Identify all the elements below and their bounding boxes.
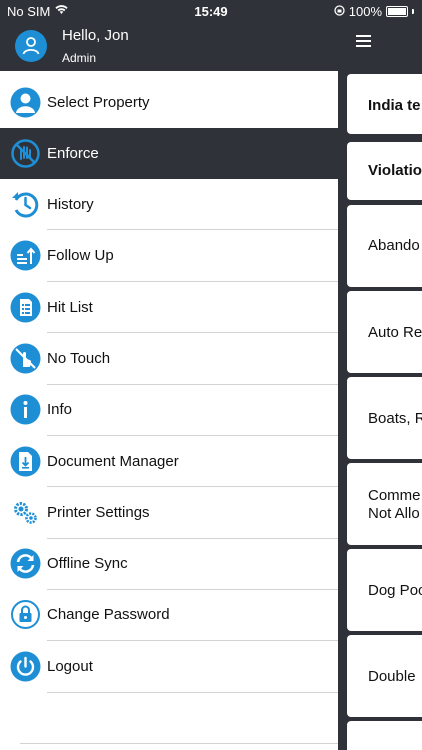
menu-item-label: Follow Up <box>47 247 114 264</box>
user-greeting: Hello, Jon <box>62 27 129 44</box>
menu-item-history[interactable]: History <box>0 179 338 230</box>
info-icon <box>10 394 41 425</box>
menu-item-label: Change Password <box>47 606 170 623</box>
menu-item-follow-up[interactable]: Follow Up <box>0 230 338 281</box>
menu-divider <box>47 692 338 693</box>
violation-item[interactable]: Auto Re <box>347 291 422 373</box>
menu-item-label: Document Manager <box>47 453 179 470</box>
menu-item-document-manager[interactable]: Document Manager <box>0 436 338 487</box>
violation-item-label: Dog Poo <box>368 582 422 599</box>
violation-item[interactable]: Comme Not Allo <box>347 463 422 545</box>
no-touch-icon <box>10 343 41 374</box>
violation-item[interactable] <box>347 721 422 750</box>
menu-item-enforce[interactable]: Enforce <box>0 128 338 179</box>
menu-item-label: Printer Settings <box>47 504 150 521</box>
drawer-menu: Select Property Enforce History Follow U… <box>0 71 338 750</box>
violation-item[interactable]: Abando <box>347 205 422 287</box>
document-download-icon <box>10 446 41 477</box>
violation-item-label: Boats, R <box>368 410 422 427</box>
menu-item-printer-settings[interactable]: Printer Settings <box>0 487 338 538</box>
battery-icon <box>386 6 408 17</box>
battery-percent: 100% <box>348 4 382 19</box>
menu-item-info[interactable]: Info <box>0 384 338 435</box>
stop-hand-icon <box>10 138 41 169</box>
user-icon <box>22 37 40 55</box>
violations-card-title: Violatio <box>368 162 422 179</box>
lock-icon <box>10 599 41 630</box>
menu-item-label: Info <box>47 401 73 418</box>
menu-item-label: Select Property <box>47 94 150 111</box>
menu-item-label: History <box>47 196 94 213</box>
violation-item[interactable]: Dog Poo <box>347 549 422 631</box>
property-card[interactable]: India te <box>347 74 422 134</box>
gears-icon <box>10 497 41 528</box>
orientation-lock-icon <box>334 4 345 19</box>
violation-item[interactable]: Double <box>347 635 422 717</box>
menu-item-label: Enforce <box>47 145 99 162</box>
history-icon <box>10 189 41 220</box>
violation-item-label-line2: Not Allo <box>368 505 420 522</box>
menu-item-no-touch[interactable]: No Touch <box>0 333 338 384</box>
violation-item-label: Comme <box>368 487 421 504</box>
menu-item-label: Offline Sync <box>47 555 128 572</box>
user-role: Admin <box>62 51 97 65</box>
menu-item-offline-sync[interactable]: Offline Sync <box>0 538 338 589</box>
menu-divider <box>20 743 338 744</box>
battery-tip <box>412 9 414 14</box>
menu-item-label: Hit List <box>47 299 93 316</box>
menu-item-label: No Touch <box>47 350 111 367</box>
violation-item[interactable]: Boats, R <box>347 377 422 459</box>
property-card-title: India te <box>368 97 421 114</box>
drawer-header: Hello, Jon Admin <box>0 22 338 71</box>
power-icon <box>10 651 41 682</box>
menu-item-label: Logout <box>47 658 93 675</box>
violations-card[interactable]: Violatio <box>347 142 422 200</box>
avatar[interactable] <box>15 30 47 62</box>
violation-item-label: Auto Re <box>368 324 422 341</box>
menu-item-change-password[interactable]: Change Password <box>0 589 338 640</box>
violation-item-label: Double <box>368 668 416 685</box>
list-document-icon <box>10 292 41 323</box>
hamburger-menu-button[interactable] <box>356 32 374 52</box>
menu-item-hit-list[interactable]: Hit List <box>0 282 338 333</box>
violation-item-label: Abando <box>368 237 420 254</box>
follow-up-icon <box>10 240 41 271</box>
menu-item-logout[interactable]: Logout <box>0 641 338 692</box>
status-bar: No SIM 15:49 100% <box>0 0 422 22</box>
menu-item-select-property[interactable]: Select Property <box>0 77 338 128</box>
person-icon <box>10 87 41 118</box>
sync-icon <box>10 548 41 579</box>
